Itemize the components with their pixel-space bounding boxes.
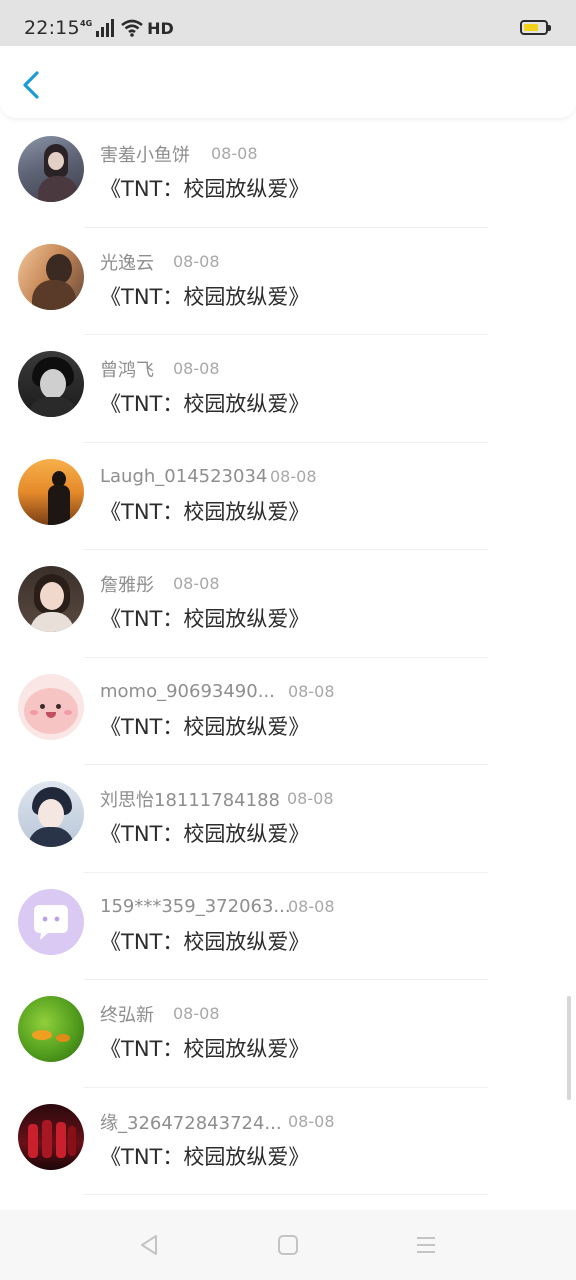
system-nav-bar	[0, 1210, 576, 1280]
book-title[interactable]: 《TNT：校园放纵爱》	[100, 173, 309, 203]
post-date: 08-08	[211, 144, 258, 163]
user-name[interactable]: 曾鸿飞	[100, 356, 154, 382]
book-title[interactable]: 《TNT：校园放纵爱》	[100, 1033, 309, 1063]
nav-back-button[interactable]	[137, 1233, 161, 1257]
post-date: 08-08	[173, 1004, 220, 1023]
user-name[interactable]: 缘_326472843724...	[100, 1109, 282, 1135]
hd-label: HD	[147, 18, 174, 38]
user-name[interactable]: Laugh_014523034	[100, 466, 267, 487]
user-name[interactable]: 詹雅彤	[100, 571, 154, 597]
post-date: 08-08	[270, 466, 317, 486]
avatar[interactable]	[18, 351, 84, 417]
network-type-label: 4G	[80, 19, 93, 28]
list-item[interactable]: momo_90693490... 08-08 《TNT：校园放纵爱》	[0, 658, 576, 765]
avatar[interactable]	[18, 566, 84, 632]
status-bar: 22:15 4G HD	[0, 0, 576, 46]
book-title[interactable]: 《TNT：校园放纵爱》	[100, 926, 309, 956]
chevron-left-icon	[23, 71, 39, 99]
comment-list: 害羞小鱼饼 08-08 《TNT：校园放纵爱》 光逸云 08-08 《TNT：校…	[0, 120, 576, 1195]
book-title[interactable]: 《TNT：校园放纵爱》	[100, 388, 309, 418]
book-title[interactable]: 《TNT：校园放纵爱》	[100, 1141, 309, 1171]
user-name[interactable]: 终弘新	[100, 1001, 154, 1027]
status-time: 22:15	[24, 17, 80, 39]
avatar[interactable]	[18, 136, 84, 202]
book-title[interactable]: 《TNT：校园放纵爱》	[100, 818, 309, 848]
square-home-icon	[278, 1235, 298, 1255]
battery-icon	[520, 20, 551, 35]
list-item[interactable]: 光逸云 08-08 《TNT：校园放纵爱》	[0, 228, 576, 335]
avatar[interactable]	[18, 243, 84, 310]
divider	[84, 1194, 488, 1195]
book-title[interactable]: 《TNT：校园放纵爱》	[100, 711, 309, 741]
post-date: 08-08	[287, 789, 334, 808]
status-icons: 4G HD	[80, 16, 174, 40]
signal-icon	[96, 19, 115, 37]
post-date: 08-08	[173, 359, 220, 378]
battery-level-fill	[524, 24, 538, 31]
avatar[interactable]	[18, 1103, 84, 1170]
triangle-back-icon	[141, 1235, 157, 1255]
user-name[interactable]: momo_90693490...	[100, 681, 275, 702]
scrollbar[interactable]	[567, 996, 571, 1100]
wifi-icon	[121, 19, 143, 37]
avatar[interactable]	[18, 458, 84, 525]
book-title[interactable]: 《TNT：校园放纵爱》	[100, 496, 309, 526]
user-name[interactable]: 159***359_372063...	[100, 896, 291, 917]
user-name[interactable]: 刘思怡18111784188	[100, 786, 280, 812]
user-name[interactable]: 害羞小鱼饼	[100, 141, 190, 167]
back-button[interactable]	[12, 64, 52, 104]
avatar[interactable]	[18, 888, 84, 955]
post-date: 08-08	[288, 681, 335, 701]
list-item[interactable]: 詹雅彤 08-08 《TNT：校园放纵爱》	[0, 550, 576, 658]
post-date: 08-08	[288, 896, 335, 916]
post-date: 08-08	[173, 574, 220, 593]
avatar[interactable]	[18, 781, 84, 847]
book-title[interactable]: 《TNT：校园放纵爱》	[100, 603, 309, 633]
list-item[interactable]: 缘_326472843724... 08-08 《TNT：校园放纵爱》	[0, 1088, 576, 1195]
menu-lines-icon	[417, 1237, 435, 1253]
chat-bubble-icon	[34, 904, 68, 940]
list-item[interactable]: 曾鸿飞 08-08 《TNT：校园放纵爱》	[0, 335, 576, 443]
nav-home-button[interactable]	[276, 1233, 300, 1257]
post-date: 08-08	[173, 251, 220, 271]
user-name[interactable]: 光逸云	[100, 249, 154, 275]
list-item[interactable]: 159***359_372063... 08-08 《TNT：校园放纵爱》	[0, 873, 576, 980]
avatar[interactable]	[18, 996, 84, 1062]
avatar[interactable]	[18, 673, 84, 740]
list-item[interactable]: 终弘新 08-08 《TNT：校园放纵爱》	[0, 980, 576, 1088]
book-title[interactable]: 《TNT：校园放纵爱》	[100, 281, 309, 311]
nav-menu-button[interactable]	[414, 1233, 438, 1257]
list-item[interactable]: 害羞小鱼饼 08-08 《TNT：校园放纵爱》	[0, 120, 576, 228]
list-item[interactable]: Laugh_014523034 08-08 《TNT：校园放纵爱》	[0, 443, 576, 550]
post-date: 08-08	[288, 1111, 335, 1131]
top-app-bar	[0, 46, 576, 118]
list-item[interactable]: 刘思怡18111784188 08-08 《TNT：校园放纵爱》	[0, 765, 576, 873]
